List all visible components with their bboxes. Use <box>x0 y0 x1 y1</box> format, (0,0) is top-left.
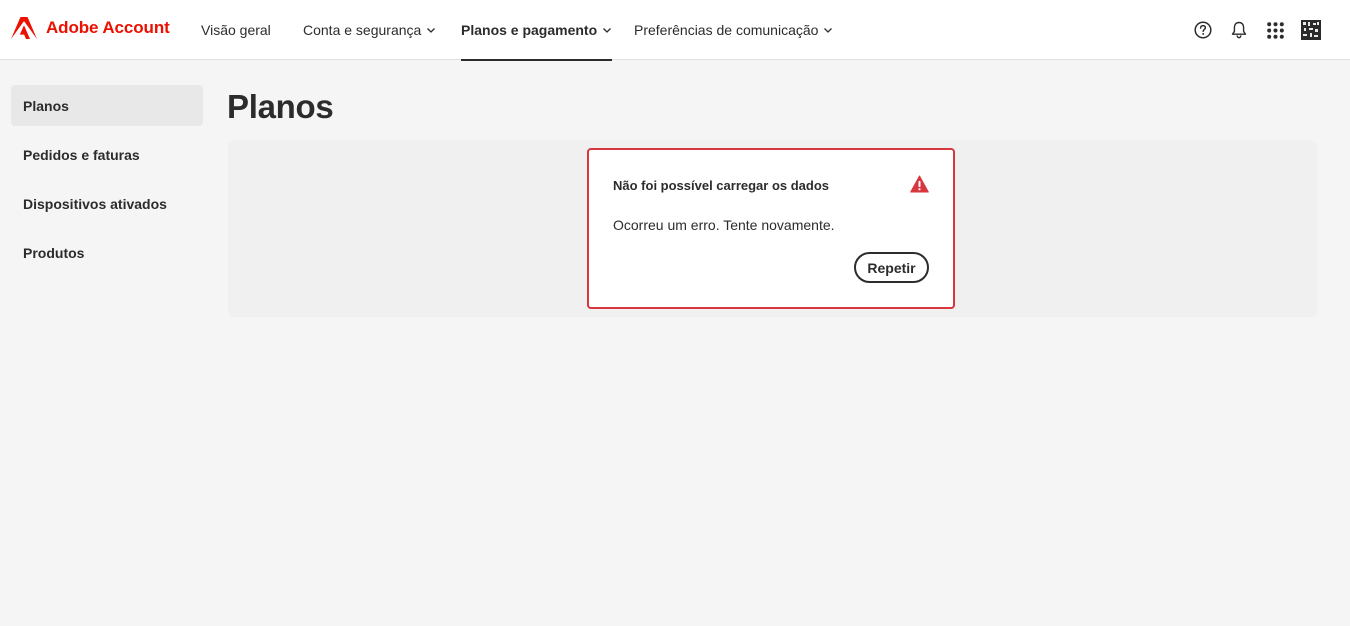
adobe-account-home-link[interactable]: Adobe Account <box>11 16 170 40</box>
nav-tab-preferencias-de-comunicacao[interactable]: Preferências de comunicação <box>634 0 833 60</box>
apps-switcher-button[interactable] <box>1260 15 1290 45</box>
error-alert-card: Não foi possível carregar os dados Ocorr… <box>587 148 955 309</box>
chevron-down-icon <box>427 28 436 33</box>
sidebar-item-label: Produtos <box>23 244 85 261</box>
notifications-button[interactable] <box>1224 15 1254 45</box>
nav-tab-label: Conta e segurança <box>303 22 422 38</box>
sidebar-item-label: Planos <box>23 97 69 114</box>
sidebar-item-label: Pedidos e faturas <box>23 146 140 163</box>
help-button[interactable] <box>1188 15 1218 45</box>
nav-tab-conta-e-seguranca[interactable]: Conta e segurança <box>303 0 436 60</box>
alert-title: Não foi possível carregar os dados <box>613 178 830 193</box>
nav-tab-label: Planos e pagamento <box>461 22 598 38</box>
nav-tab-label: Preferências de comunicação <box>634 22 819 38</box>
nav-tab-visao-geral[interactable]: Visão geral <box>201 0 271 60</box>
brand-name: Adobe Account <box>46 18 170 37</box>
alert-message: Ocorreu um erro. Tente novamente. <box>613 217 835 233</box>
chevron-down-icon <box>824 28 833 33</box>
page-title: Planos <box>227 88 334 125</box>
user-profile-button[interactable] <box>1296 15 1326 45</box>
help-icon <box>1194 21 1212 39</box>
sidebar-item-pedidos-e-faturas[interactable]: Pedidos e faturas <box>11 134 203 175</box>
notification-bell-icon <box>1231 21 1247 39</box>
sidebar-item-produtos[interactable]: Produtos <box>11 232 203 273</box>
adobe-logo-icon <box>11 17 37 39</box>
chevron-down-icon <box>603 28 612 33</box>
sidebar-item-label: Dispositivos ativados <box>23 195 167 212</box>
retry-button[interactable]: Repetir <box>854 252 929 283</box>
top-navigation-bar: Adobe Account Visão geral Conta e segura… <box>0 0 1350 61</box>
nav-tab-planos-e-pagamento[interactable]: Planos e pagamento <box>461 0 613 61</box>
nav-tab-label: Visão geral <box>201 22 271 38</box>
sidebar-item-planos[interactable]: Planos <box>11 85 203 126</box>
apps-grid-icon <box>1266 21 1284 39</box>
sidebar-item-dispositivos-ativados[interactable]: Dispositivos ativados <box>11 183 203 224</box>
user-avatar <box>1301 20 1321 40</box>
alert-triangle-icon <box>910 175 929 193</box>
